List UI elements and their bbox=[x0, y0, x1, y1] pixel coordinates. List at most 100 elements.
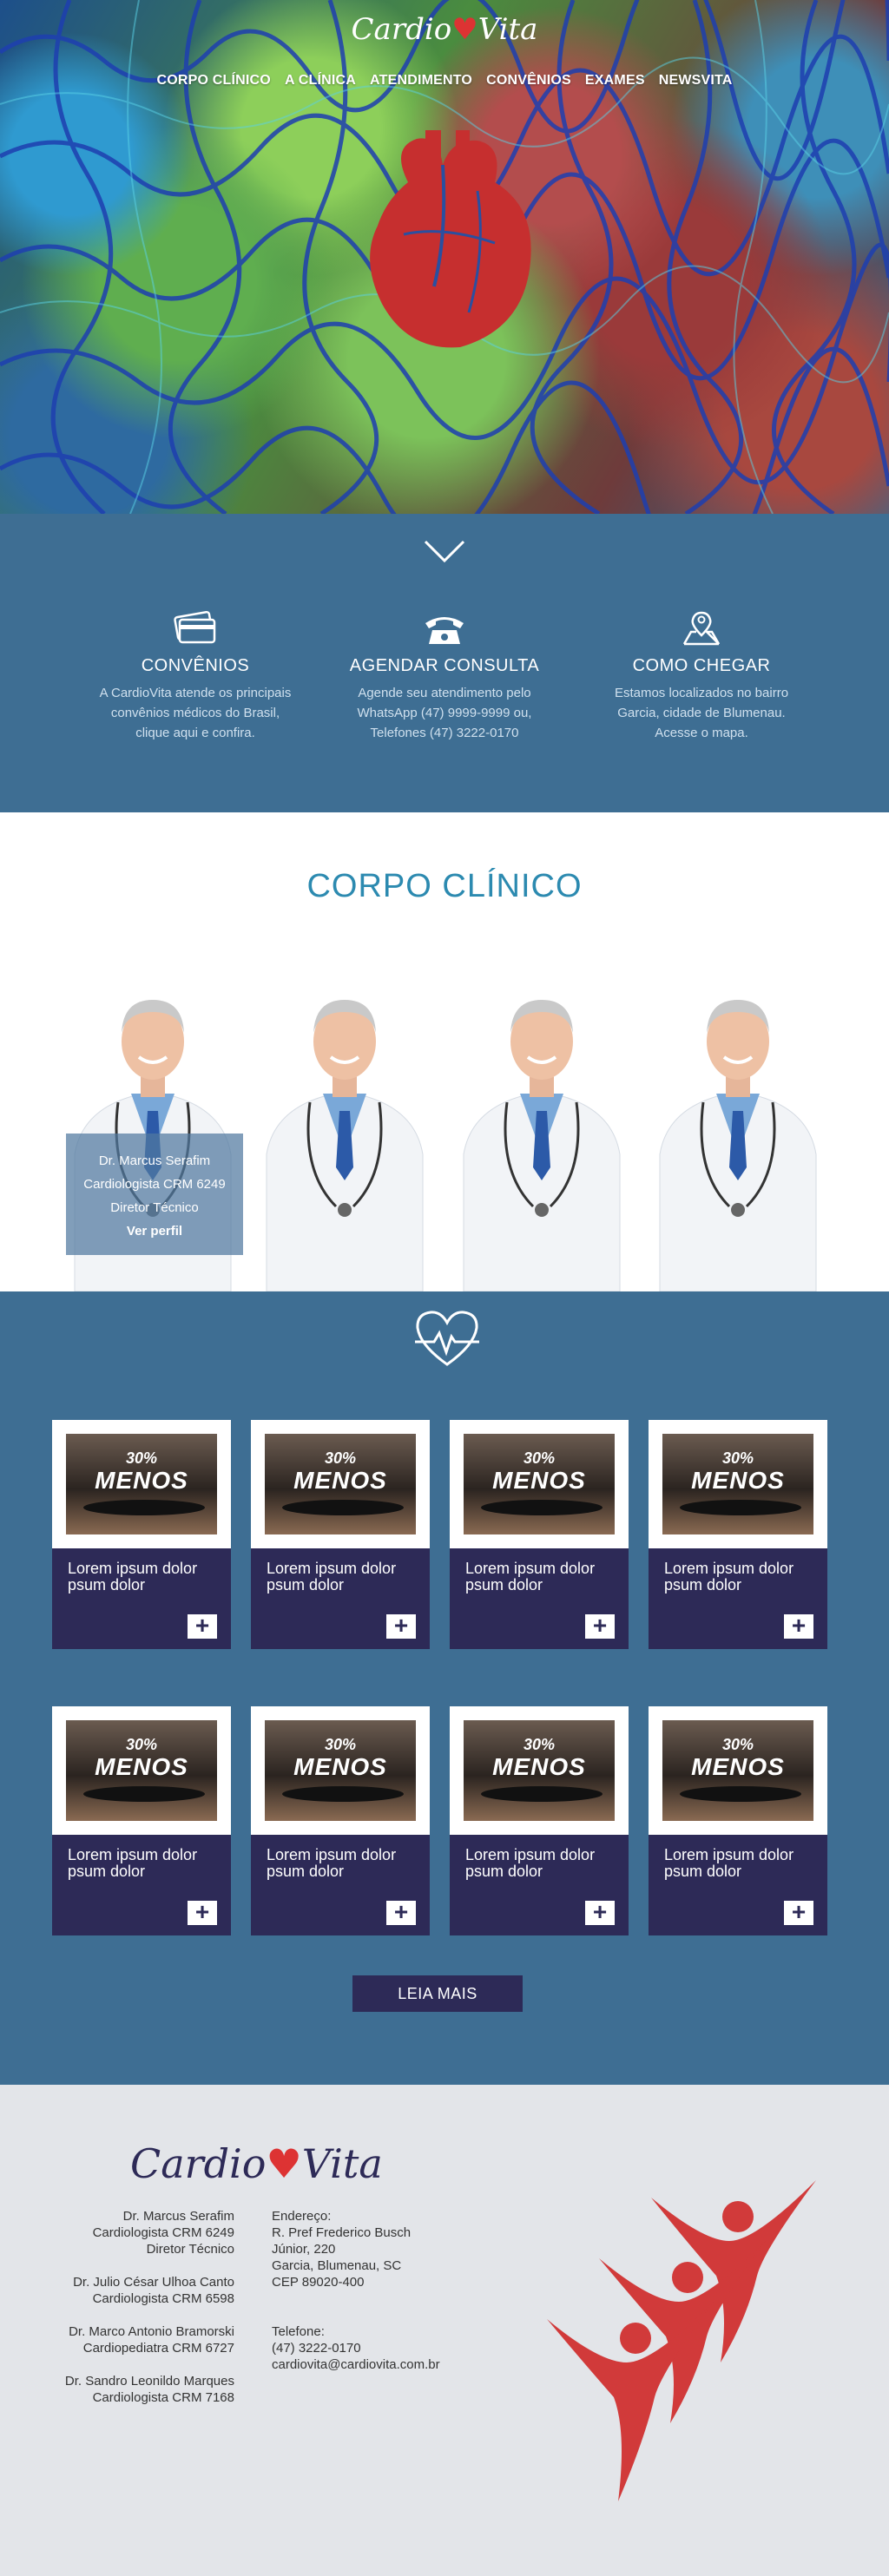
news-card-title-line: Lorem ipsum dolor bbox=[664, 1846, 794, 1863]
doctor-name: Dr. Marcus Serafim bbox=[98, 1153, 211, 1168]
footer: Cardio♥Vita Dr. Marcus Serafim Cardiolog… bbox=[0, 2085, 889, 2576]
feature-como-chegar[interactable]: COMO CHEGAR Estamos localizados no bairr… bbox=[589, 609, 814, 743]
address-label: Endereço: bbox=[272, 2209, 332, 2224]
feature-line: Agende seu atendimento pelo bbox=[358, 686, 531, 700]
pan-graphic bbox=[680, 1500, 801, 1515]
news-card[interactable]: 30% MENOS Lorem ipsum dolor psum dolor + bbox=[251, 1706, 430, 1935]
news-thumbnail[interactable]: 30% MENOS bbox=[662, 1434, 813, 1534]
expand-plus-button[interactable]: + bbox=[188, 1613, 217, 1639]
feature-text: A CardioVita atende os principais convên… bbox=[82, 683, 308, 743]
logo-word-cardio: Cardio bbox=[351, 12, 452, 47]
doctor-photo[interactable] bbox=[446, 981, 637, 1291]
news-card[interactable]: 30% MENOS Lorem ipsum dolor psum dolor + bbox=[251, 1420, 430, 1649]
promo-percent: 30% bbox=[523, 1736, 556, 1753]
news-card[interactable]: 30% MENOS Lorem ipsum dolor psum dolor + bbox=[450, 1706, 629, 1935]
map-pin-icon bbox=[682, 611, 721, 646]
news-card-title-line: psum dolor bbox=[465, 1863, 543, 1880]
nav-atendimento[interactable]: ATENDIMENTO bbox=[370, 73, 472, 89]
promo-percent: 30% bbox=[324, 1736, 357, 1753]
footer-doctor-crm: Cardiopediatra CRM 6727 bbox=[82, 2341, 234, 2356]
credit-card-icon bbox=[174, 610, 216, 644]
promo-word: MENOS bbox=[95, 1753, 188, 1780]
footer-logo[interactable]: Cardio♥Vita bbox=[130, 2140, 383, 2187]
address-line: Garcia, Blumenau, SC bbox=[272, 2258, 402, 2273]
feature-agendar-consulta[interactable]: AGENDAR CONSULTA Agende seu atendimento … bbox=[332, 609, 557, 743]
logo-heart-icon: ♥ bbox=[451, 12, 478, 47]
expand-plus-button[interactable]: + bbox=[585, 1900, 615, 1925]
footer-doctor-entry: Dr. Marco Antonio Bramorski Cardiopediat… bbox=[65, 2323, 234, 2356]
news-card-title-line: Lorem ipsum dolor bbox=[465, 1846, 596, 1863]
promo-word: MENOS bbox=[95, 1467, 188, 1494]
footer-doctor-list: Dr. Marcus Serafim Cardiologista CRM 624… bbox=[65, 2208, 234, 2422]
hero-banner: Cardio♥Vita CORPO CLÍNICO A CLÍNICA ATEN… bbox=[0, 0, 889, 514]
main-nav: CORPO CLÍNICO A CLÍNICA ATENDIMENTO CONV… bbox=[0, 73, 889, 89]
footer-doctor-entry: Dr. Sandro Leonildo Marques Cardiologist… bbox=[65, 2373, 234, 2406]
news-card-title-line: Lorem ipsum dolor bbox=[68, 1846, 198, 1863]
news-card-title-line: psum dolor bbox=[664, 1576, 742, 1594]
nav-corpo-clinico[interactable]: CORPO CLÍNICO bbox=[156, 73, 271, 89]
footer-doctor-entry: Dr. Marcus Serafim Cardiologista CRM 624… bbox=[65, 2208, 234, 2257]
news-card-body: Lorem ipsum dolor psum dolor + bbox=[251, 1835, 430, 1935]
nav-a-clinica[interactable]: A CLÍNICA bbox=[285, 73, 356, 89]
news-thumbnail[interactable]: 30% MENOS bbox=[464, 1434, 615, 1534]
news-thumbnail[interactable]: 30% MENOS bbox=[66, 1434, 217, 1534]
email-link[interactable]: cardiovita@cardiovita.com.br bbox=[272, 2356, 440, 2373]
footer-doctor-crm: Cardiologista CRM 6598 bbox=[92, 2291, 234, 2306]
footer-doctor-title: Diretor Técnico bbox=[146, 2242, 234, 2257]
header-logo[interactable]: Cardio♥Vita bbox=[0, 12, 889, 47]
expand-plus-button[interactable]: + bbox=[386, 1613, 416, 1639]
chevron-down-icon[interactable] bbox=[423, 538, 466, 564]
footer-doctor-name: Dr. Sandro Leonildo Marques bbox=[64, 2374, 234, 2389]
telephone-icon bbox=[425, 617, 464, 644]
logo-word-cardio: Cardio bbox=[130, 2140, 267, 2187]
news-card[interactable]: 30% MENOS Lorem ipsum dolor psum dolor + bbox=[450, 1420, 629, 1649]
address-line: CEP 89020-400 bbox=[272, 2275, 365, 2290]
features-band: CONVÊNIOS A CardioVita atende os princip… bbox=[0, 514, 889, 812]
expand-plus-button[interactable]: + bbox=[386, 1900, 416, 1925]
nav-exames[interactable]: EXAMES bbox=[585, 73, 645, 89]
nav-newsvita[interactable]: NEWSVITA bbox=[659, 73, 733, 89]
leia-mais-button[interactable]: LEIA MAIS bbox=[352, 1975, 523, 2012]
news-card-body: Lorem ipsum dolor psum dolor + bbox=[52, 1548, 231, 1649]
news-card-title-line: psum dolor bbox=[664, 1863, 742, 1880]
news-card-body: Lorem ipsum dolor psum dolor + bbox=[450, 1548, 629, 1649]
doctor-illustration bbox=[463, 1000, 621, 1291]
nav-convenios[interactable]: CONVÊNIOS bbox=[486, 73, 571, 89]
doctor-title: Diretor Técnico bbox=[110, 1200, 199, 1215]
news-card[interactable]: 30% MENOS Lorem ipsum dolor psum dolor + bbox=[52, 1420, 231, 1649]
feature-line: clique aqui e confira. bbox=[135, 726, 255, 740]
ver-perfil-link[interactable]: Ver perfil bbox=[127, 1224, 182, 1239]
news-card[interactable]: 30% MENOS Lorem ipsum dolor psum dolor + bbox=[649, 1420, 827, 1649]
footer-doctor-crm: Cardiologista CRM 6249 bbox=[92, 2225, 234, 2240]
promo-word: MENOS bbox=[293, 1467, 387, 1494]
doctor-photo[interactable] bbox=[642, 981, 833, 1291]
news-card[interactable]: 30% MENOS Lorem ipsum dolor psum dolor + bbox=[52, 1706, 231, 1935]
pan-graphic bbox=[282, 1786, 404, 1802]
doctor-illustration bbox=[659, 1000, 817, 1291]
phone-number[interactable]: (47) 3222-0170 bbox=[272, 2340, 440, 2356]
pan-graphic bbox=[83, 1786, 205, 1802]
doctor-photo[interactable] bbox=[249, 981, 440, 1291]
news-card[interactable]: 30% MENOS Lorem ipsum dolor psum dolor + bbox=[649, 1706, 827, 1935]
news-thumbnail[interactable]: 30% MENOS bbox=[265, 1434, 416, 1534]
feature-convenios[interactable]: CONVÊNIOS A CardioVita atende os princip… bbox=[82, 609, 308, 743]
feature-line: Estamos localizados no bairro bbox=[614, 686, 789, 700]
promo-percent: 30% bbox=[324, 1449, 357, 1467]
expand-plus-button[interactable]: + bbox=[585, 1613, 615, 1639]
expand-plus-button[interactable]: + bbox=[188, 1900, 217, 1925]
expand-plus-button[interactable]: + bbox=[784, 1900, 813, 1925]
news-card-title-line: psum dolor bbox=[267, 1576, 345, 1594]
feature-line: Acesse o mapa. bbox=[655, 726, 748, 740]
news-thumbnail[interactable]: 30% MENOS bbox=[662, 1720, 813, 1821]
expand-plus-button[interactable]: + bbox=[784, 1613, 813, 1639]
news-card-title-line: Lorem ipsum dolor bbox=[267, 1560, 397, 1577]
newsvita-section: 30% MENOS Lorem ipsum dolor psum dolor +30% M… bbox=[0, 1291, 889, 2085]
news-thumbnail[interactable]: 30% MENOS bbox=[66, 1720, 217, 1821]
pan-graphic bbox=[481, 1786, 603, 1802]
news-thumbnail[interactable]: 30% MENOS bbox=[265, 1720, 416, 1821]
promo-word: MENOS bbox=[691, 1753, 785, 1780]
doctor-info-card: Dr. Marcus Serafim Cardiologista CRM 624… bbox=[66, 1134, 243, 1255]
feature-line: WhatsApp (47) 9999-9999 ou, bbox=[357, 706, 532, 720]
doctor-illustration bbox=[266, 1000, 424, 1291]
news-thumbnail[interactable]: 30% MENOS bbox=[464, 1720, 615, 1821]
